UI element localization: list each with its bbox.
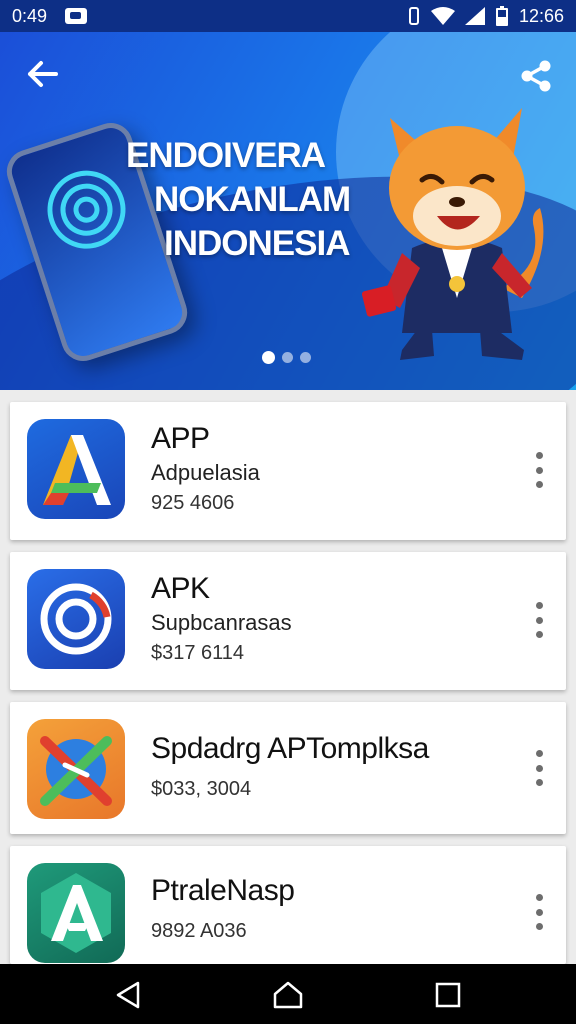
more-options-button[interactable] bbox=[534, 452, 544, 488]
fox-mascot-illustration bbox=[362, 108, 544, 360]
wifi-icon bbox=[430, 7, 455, 25]
app-title: APK bbox=[151, 572, 210, 605]
arrow-left-icon bbox=[28, 61, 58, 87]
nav-recents-button[interactable] bbox=[428, 978, 468, 1012]
share-icon bbox=[521, 60, 551, 92]
app-price: $033, 3004 bbox=[151, 778, 252, 800]
home-icon bbox=[273, 981, 303, 1009]
app-price: 925 4606 bbox=[151, 492, 235, 514]
app-price: 9892 A036 bbox=[151, 920, 247, 942]
nav-home-button[interactable] bbox=[268, 978, 308, 1012]
more-options-button[interactable] bbox=[534, 750, 544, 786]
target-ring-icon bbox=[27, 569, 125, 669]
hero-line-1: ENDOIVERA bbox=[126, 136, 326, 175]
share-button[interactable] bbox=[516, 56, 556, 96]
status-time-right: 12:66 bbox=[518, 5, 564, 26]
carousel-indicator bbox=[262, 351, 311, 364]
carousel-dot[interactable] bbox=[282, 352, 293, 363]
hero-line-3: INDONESIA bbox=[164, 224, 350, 263]
vibrate-icon bbox=[408, 7, 419, 25]
status-time-left: 0:49 bbox=[12, 5, 48, 26]
app-list-item[interactable]: PtraleNasp 9892 A036 bbox=[10, 846, 566, 964]
system-navigation-bar bbox=[0, 964, 576, 1024]
app-list-item[interactable]: APP Adpuelasia 925 4606 bbox=[10, 402, 566, 540]
carousel-dot-active[interactable] bbox=[262, 351, 275, 364]
app-title: APP bbox=[151, 422, 210, 455]
square-recents-icon bbox=[435, 982, 461, 1008]
battery-icon bbox=[495, 6, 508, 26]
app-title: PtraleNasp bbox=[151, 874, 295, 907]
app-price: $317 6114 bbox=[151, 642, 245, 664]
app-title: Spdadrg APTomplksa bbox=[151, 732, 429, 765]
more-options-button[interactable] bbox=[534, 602, 544, 638]
hero-line-2: NOKANLAM bbox=[154, 180, 351, 219]
app-list-item[interactable]: APK Supbcanrasas $317 6114 bbox=[10, 552, 566, 690]
signal-icon bbox=[464, 7, 485, 25]
app-list-item[interactable]: Spdadrg APTomplksa $033, 3004 bbox=[10, 702, 566, 834]
nav-back-button[interactable] bbox=[108, 978, 148, 1012]
app-subtitle: Supbcanrasas bbox=[151, 610, 292, 635]
app-subtitle: Adpuelasia bbox=[151, 460, 260, 485]
crossed-tools-icon bbox=[27, 719, 125, 819]
letter-a-shield-icon bbox=[27, 863, 125, 963]
status-bar: 0:49 12:66 bbox=[0, 0, 576, 32]
notification-icon bbox=[65, 8, 88, 24]
hero-banner[interactable]: ENDOIVERA NOKANLAM INDONESIA bbox=[0, 32, 576, 390]
letter-a-colorful-icon bbox=[27, 419, 125, 519]
more-options-button[interactable] bbox=[534, 894, 544, 930]
hero-headline: ENDOIVERA NOKANLAM INDONESIA bbox=[126, 134, 376, 266]
carousel-dot[interactable] bbox=[300, 352, 311, 363]
back-button[interactable] bbox=[22, 54, 62, 94]
triangle-back-icon bbox=[116, 981, 140, 1009]
